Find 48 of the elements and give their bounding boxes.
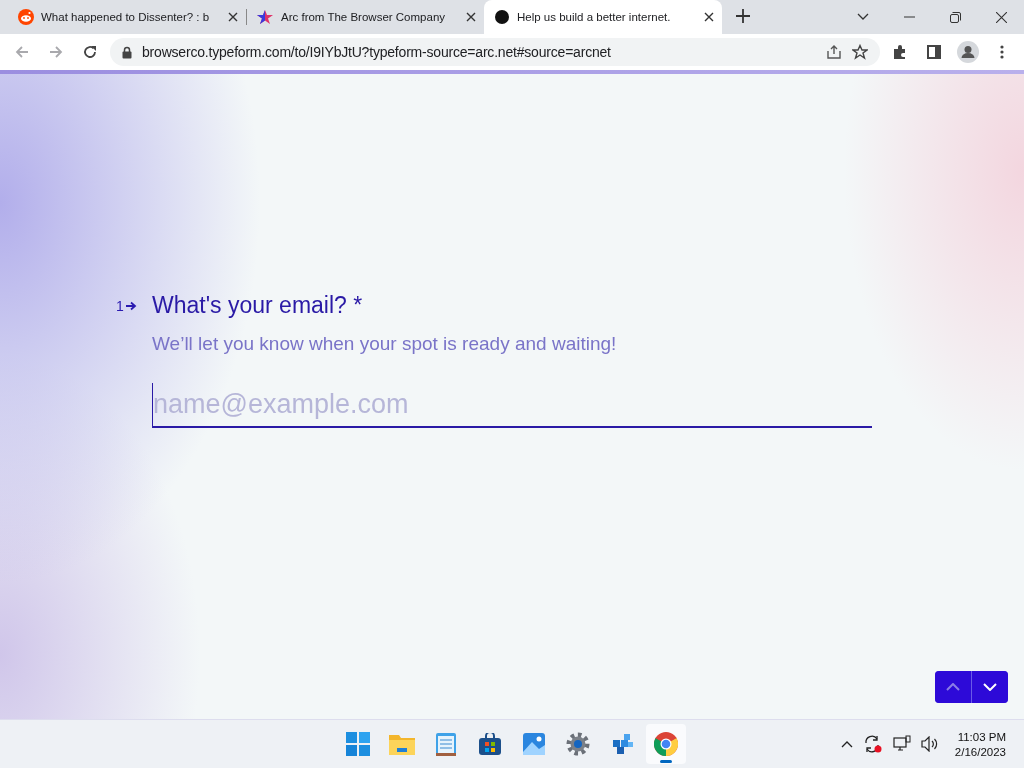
chevron-up-icon [946,683,960,691]
folder-icon[interactable] [389,733,415,755]
chevron-up-icon[interactable] [840,740,853,748]
star-icon[interactable] [852,44,868,60]
email-field[interactable]: name@example.com [152,383,872,428]
arrow-right-icon [125,301,137,311]
menu-icon[interactable] [1000,44,1004,60]
clock[interactable]: 11:03 PM 2/16/2023 [954,730,1006,758]
share-icon[interactable] [826,44,842,60]
lock-icon [122,45,132,59]
chrome-logo-icon[interactable] [654,732,678,756]
back-arrow-icon [14,44,30,60]
restore-icon[interactable] [949,11,961,23]
question-number: 1 [116,292,152,314]
question-description: We’ll let you know when your spot is ready and waiting! [152,333,618,355]
profile-icon[interactable] [957,41,979,63]
taskbar-button[interactable] [646,724,686,764]
close-icon[interactable] [704,12,714,22]
browser-tab[interactable]: Arc from The Browser Company [246,0,484,34]
browser-tab[interactable]: What happened to Dissenter? : b [8,0,246,34]
address-bar[interactable]: browserco.typeform.com/to/I9IYbJtU?typeform-source=arc.net#source=arcnet [110,38,880,66]
close-icon[interactable] [228,12,238,22]
side-panel-icon[interactable] [926,44,942,60]
forward-arrow-icon [48,44,64,60]
next-button[interactable] [972,671,1008,703]
shopping-bag-icon[interactable] [479,733,501,755]
star-logo-icon [256,9,274,25]
gear-icon[interactable] [566,732,590,756]
windows-logo-icon[interactable] [346,732,370,756]
circle-icon [494,9,510,25]
question-title: What's your email? * [152,292,364,319]
puzzle-icon[interactable] [892,44,908,60]
close-window-icon[interactable] [995,11,1007,23]
reddit-icon [18,9,34,25]
minimize-icon[interactable] [903,16,915,18]
close-icon[interactable] [466,12,476,22]
sync-icon[interactable] [862,734,883,754]
notepad-icon[interactable] [436,732,456,756]
reload-icon [82,44,98,60]
chevron-down-icon[interactable] [857,13,869,21]
cubes-icon[interactable] [610,732,634,756]
browser-tab[interactable]: Help us build a better internet. [484,0,722,34]
new-tab-icon[interactable] [736,9,750,23]
speaker-icon[interactable] [920,736,939,752]
chevron-down-icon [983,683,997,691]
photo-icon[interactable] [523,733,545,755]
url-text: browserco.typeform.com/to/I9IYbJtU?typeform-source=arc.net#source=arcnet [142,44,611,60]
network-icon[interactable] [892,735,911,753]
